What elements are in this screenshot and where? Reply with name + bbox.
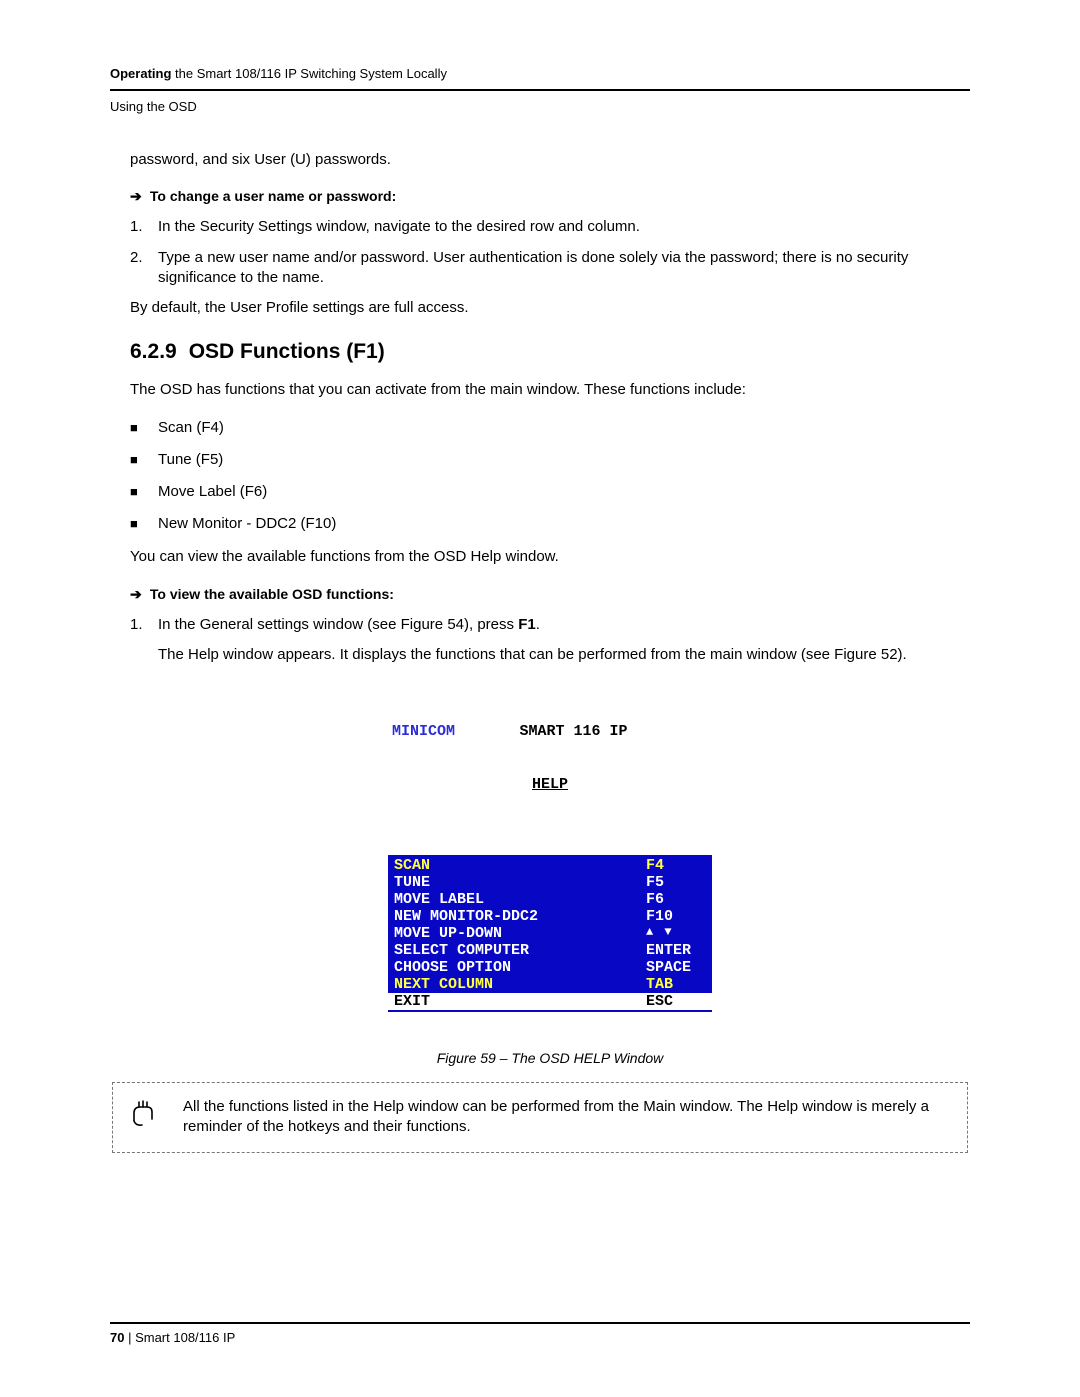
- square-bullet-icon: ■: [130, 419, 158, 437]
- note-text: All the functions listed in the Help win…: [183, 1097, 949, 1138]
- osd-row-label: SELECT COMPUTER: [394, 942, 646, 959]
- osd-row-label: MOVE LABEL: [394, 891, 646, 908]
- header-sub: Using the OSD: [110, 99, 970, 114]
- osd-row: MOVE UP-DOWN▲ ▼: [394, 925, 706, 942]
- step-number: 1.: [130, 615, 158, 635]
- osd-title: SMART 116 IP: [455, 723, 712, 740]
- footer-doc: Smart 108/116 IP: [135, 1330, 235, 1345]
- osd-row-key: F5: [646, 874, 706, 891]
- osd-window: MINICOM SMART 116 IP HELP SCANF4TUNEF5MO…: [380, 683, 720, 1042]
- section-lead: The OSD has functions that you can activ…: [130, 380, 970, 400]
- list-item: ■Scan (F4): [130, 419, 970, 437]
- osd-row: TUNEF5: [394, 874, 706, 891]
- main-content: password, and six User (U) passwords. ➔ …: [110, 150, 970, 1066]
- osd-row: MOVE LABELF6: [394, 891, 706, 908]
- osd-row-label: CHOOSE OPTION: [394, 959, 646, 976]
- section-title: OSD Functions (F1): [189, 340, 385, 363]
- list-item: ■New Monitor - DDC2 (F10): [130, 515, 970, 533]
- osd-row-label: TUNE: [394, 874, 646, 891]
- list-item: 1. In the General settings window (see F…: [130, 615, 970, 635]
- change-steps: 1. In the Security Settings window, navi…: [130, 217, 970, 288]
- osd-row-key: F4: [646, 857, 706, 874]
- intro-line: password, and six User (U) passwords.: [130, 150, 970, 170]
- page-number: 70: [110, 1330, 124, 1345]
- header-rest: the Smart 108/116 IP Switching System Lo…: [171, 66, 447, 81]
- page-header: Operating the Smart 108/116 IP Switching…: [110, 66, 970, 87]
- osd-row-label: NEW MONITOR-DDC2: [394, 908, 646, 925]
- note-hand-icon: [127, 1097, 159, 1135]
- osd-row: CHOOSE OPTIONSPACE: [394, 959, 706, 976]
- help-para: The Help window appears. It displays the…: [130, 645, 970, 665]
- figure-caption: Figure 59 – The OSD HELP Window: [130, 1050, 970, 1066]
- list-item: 1. In the Security Settings window, navi…: [130, 217, 970, 237]
- osd-row-key: F6: [646, 891, 706, 908]
- square-bullet-icon: ■: [130, 515, 158, 533]
- osd-list: SCANF4TUNEF5MOVE LABELF6NEW MONITOR-DDC2…: [388, 855, 712, 1012]
- arrow-right-icon: ➔: [130, 188, 146, 205]
- osd-row-label: MOVE UP-DOWN: [394, 925, 646, 942]
- page-footer: 70 | Smart 108/116 IP: [110, 1322, 970, 1345]
- osd-row-key: F10: [646, 908, 706, 925]
- osd-row-key: SPACE: [646, 959, 706, 976]
- list-item: ■Tune (F5): [130, 451, 970, 469]
- step-number: 2.: [130, 248, 158, 289]
- osd-subtitle: HELP: [388, 776, 712, 793]
- square-bullet-icon: ■: [130, 451, 158, 469]
- osd-brand: MINICOM: [388, 723, 455, 740]
- osd-figure: MINICOM SMART 116 IP HELP SCANF4TUNEF5MO…: [130, 683, 970, 1066]
- note-box: All the functions listed in the Help win…: [112, 1082, 968, 1153]
- footer-rule: [110, 1322, 970, 1324]
- view-heading: ➔ To view the available OSD functions:: [130, 586, 970, 603]
- square-bullet-icon: ■: [130, 483, 158, 501]
- step-number: 1.: [130, 217, 158, 237]
- osd-row: SELECT COMPUTERENTER: [394, 942, 706, 959]
- function-list: ■Scan (F4) ■Tune (F5) ■Move Label (F6) ■…: [130, 419, 970, 534]
- list-item: ■Move Label (F6): [130, 483, 970, 501]
- osd-row: NEXT COLUMNTAB: [394, 976, 706, 993]
- osd-row-key: TAB: [646, 976, 706, 993]
- osd-row-label: NEXT COLUMN: [394, 976, 646, 993]
- section-heading: 6.2.9 OSD Functions (F1): [130, 340, 970, 364]
- section-number: 6.2.9: [130, 340, 177, 363]
- header-rule: [110, 89, 970, 91]
- osd-row-label: SCAN: [394, 857, 646, 874]
- osd-row: SCANF4: [394, 857, 706, 874]
- change-heading: ➔ To change a user name or password:: [130, 188, 970, 205]
- after-list: You can view the available functions fro…: [130, 547, 970, 567]
- list-item: 2. Type a new user name and/or password.…: [130, 248, 970, 289]
- arrow-right-icon: ➔: [130, 586, 146, 603]
- footer-sep: |: [124, 1330, 135, 1345]
- osd-row: NEW MONITOR-DDC2F10: [394, 908, 706, 925]
- header-bold: Operating: [110, 66, 171, 81]
- default-note: By default, the User Profile settings ar…: [130, 298, 970, 318]
- osd-row-label: EXIT: [394, 993, 646, 1010]
- osd-row-key: ESC: [646, 993, 706, 1010]
- osd-row-key: ▲ ▼: [646, 925, 706, 942]
- osd-title-bar: MINICOM SMART 116 IP HELP: [388, 689, 712, 827]
- osd-row-key: ENTER: [646, 942, 706, 959]
- osd-row-exit: EXITESC: [388, 993, 712, 1010]
- view-steps: 1. In the General settings window (see F…: [130, 615, 970, 635]
